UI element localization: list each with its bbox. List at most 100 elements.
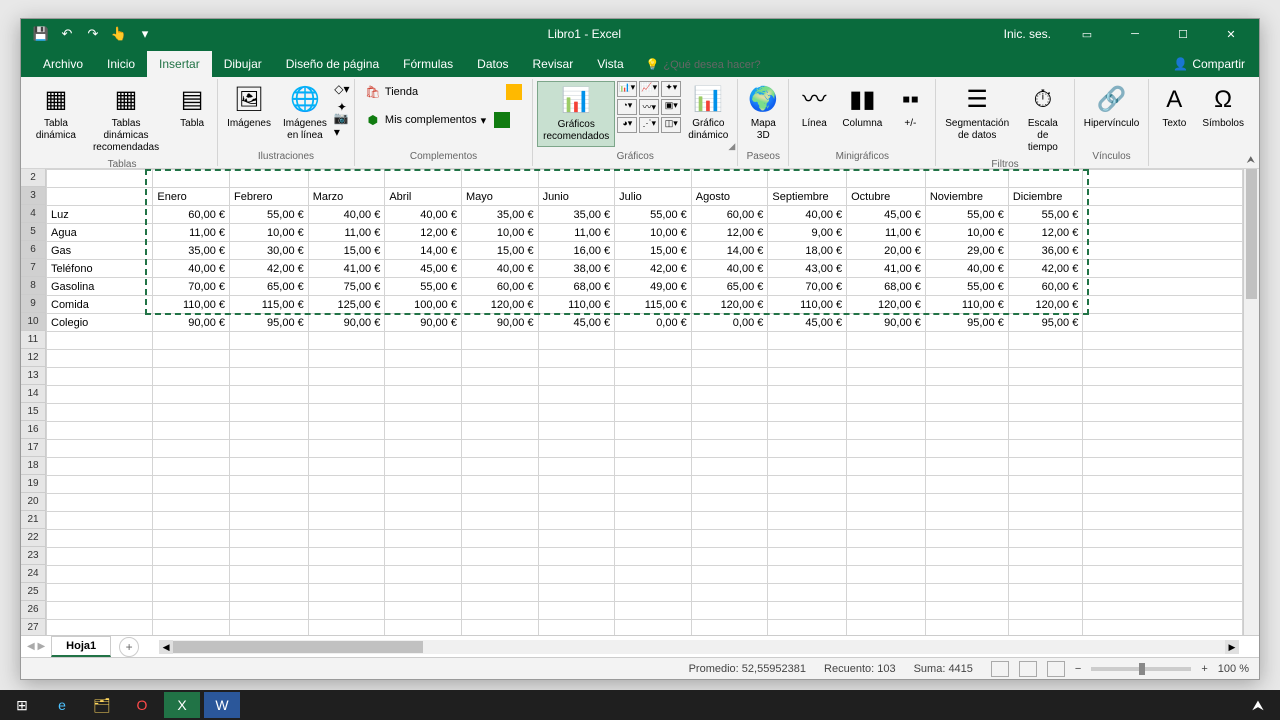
month-header[interactable]: Mayo (461, 188, 538, 206)
data-cell[interactable]: 11,00 € (538, 224, 615, 242)
month-header[interactable]: Septiembre (768, 188, 847, 206)
row-header-27[interactable]: 27 (21, 619, 45, 635)
screenshot-icon[interactable]: 📷▾ (334, 117, 350, 133)
share-button[interactable]: 👤 Compartir (1159, 51, 1259, 77)
row-header-26[interactable]: 26 (21, 601, 45, 619)
view-normal-button[interactable] (991, 661, 1009, 677)
data-cell[interactable]: 95,00 € (230, 314, 309, 332)
view-page-layout-button[interactable] (1019, 661, 1037, 677)
row-header-4[interactable]: 4 (21, 205, 45, 223)
data-cell[interactable]: 10,00 € (925, 224, 1008, 242)
opera-icon[interactable]: O (124, 692, 160, 718)
data-cell[interactable]: 10,00 € (461, 224, 538, 242)
data-cell[interactable]: 12,00 € (385, 224, 462, 242)
online-images-button[interactable]: 🌐Imágenes en línea (278, 81, 332, 145)
data-cell[interactable]: 36,00 € (1008, 242, 1082, 260)
row-header-10[interactable]: 10 (21, 313, 45, 331)
data-cell[interactable]: 70,00 € (768, 278, 847, 296)
data-cell[interactable]: 38,00 € (538, 260, 615, 278)
row-header-18[interactable]: 18 (21, 457, 45, 475)
row-label[interactable]: Luz (47, 206, 153, 224)
data-cell[interactable]: 55,00 € (1008, 206, 1082, 224)
month-header[interactable]: Noviembre (925, 188, 1008, 206)
data-cell[interactable]: 15,00 € (615, 242, 692, 260)
data-cell[interactable]: 70,00 € (153, 278, 230, 296)
tab-page-layout[interactable]: Diseño de página (274, 51, 391, 77)
data-cell[interactable]: 45,00 € (847, 206, 926, 224)
minimize-button[interactable]: ─ (1115, 19, 1155, 49)
pivot-chart-button[interactable]: 📊Gráfico dinámico (683, 81, 733, 145)
data-cell[interactable]: 68,00 € (847, 278, 926, 296)
data-cell[interactable]: 40,00 € (768, 206, 847, 224)
data-cell[interactable]: 40,00 € (691, 260, 768, 278)
scatter-chart-icon[interactable]: ⋰▾ (639, 117, 659, 133)
signin-button[interactable]: Inic. ses. (1004, 27, 1051, 41)
row-header-11[interactable]: 11 (21, 331, 45, 349)
file-explorer-icon[interactable]: 🗂 (84, 692, 120, 718)
data-cell[interactable]: 110,00 € (925, 296, 1008, 314)
row-header-2[interactable]: 2 (21, 169, 45, 187)
month-header[interactable]: Diciembre (1008, 188, 1082, 206)
row-header-23[interactable]: 23 (21, 547, 45, 565)
word-taskbar-icon[interactable]: W (204, 692, 240, 718)
new-sheet-button[interactable]: + (119, 637, 139, 657)
pie-chart-icon[interactable]: ◕▾ (617, 117, 637, 133)
pivot-table-button[interactable]: ▦Tabla dinámica (31, 81, 81, 145)
data-cell[interactable]: 120,00 € (847, 296, 926, 314)
data-cell[interactable]: 120,00 € (691, 296, 768, 314)
data-cell[interactable]: 90,00 € (847, 314, 926, 332)
zoom-in-button[interactable]: + (1201, 663, 1207, 675)
bing-icon[interactable] (506, 84, 522, 100)
zoom-out-button[interactable]: − (1075, 663, 1081, 675)
stock-chart-icon[interactable]: ✦▾ (661, 81, 681, 97)
row-header-8[interactable]: 8 (21, 277, 45, 295)
row-label[interactable]: Comida (47, 296, 153, 314)
symbols-button[interactable]: ΩSímbolos (1197, 81, 1249, 133)
data-cell[interactable]: 35,00 € (461, 206, 538, 224)
charts-dialog-launcher[interactable]: ◢ (728, 141, 735, 152)
row-header-20[interactable]: 20 (21, 493, 45, 511)
data-cell[interactable]: 15,00 € (308, 242, 385, 260)
row-header-12[interactable]: 12 (21, 349, 45, 367)
data-cell[interactable]: 40,00 € (308, 206, 385, 224)
vertical-scrollbar[interactable] (1243, 169, 1259, 635)
data-cell[interactable]: 120,00 € (1008, 296, 1082, 314)
recommended-pivot-button[interactable]: ▦Tablas dinámicas recomendadas (83, 81, 169, 157)
hscroll-right[interactable]: ▶ (1225, 640, 1239, 654)
data-cell[interactable]: 42,00 € (1008, 260, 1082, 278)
data-cell[interactable]: 40,00 € (461, 260, 538, 278)
data-cell[interactable]: 42,00 € (230, 260, 309, 278)
row-label[interactable]: Gas (47, 242, 153, 260)
row-label[interactable]: Gasolina (47, 278, 153, 296)
my-addins-button[interactable]: ⬢Mis complementos ▾ (359, 109, 528, 131)
data-cell[interactable]: 115,00 € (615, 296, 692, 314)
excel-taskbar-icon[interactable]: X (164, 692, 200, 718)
data-cell[interactable]: 42,00 € (615, 260, 692, 278)
qat-dropdown-icon[interactable]: ▾ (137, 26, 153, 42)
data-cell[interactable]: 110,00 € (153, 296, 230, 314)
data-cell[interactable]: 60,00 € (691, 206, 768, 224)
row-header-15[interactable]: 15 (21, 403, 45, 421)
data-cell[interactable]: 14,00 € (385, 242, 462, 260)
hyperlink-button[interactable]: 🔗Hipervínculo (1079, 81, 1145, 133)
month-header[interactable]: Enero (153, 188, 230, 206)
data-cell[interactable]: 55,00 € (925, 278, 1008, 296)
table-button[interactable]: ▤Tabla (171, 81, 213, 133)
data-cell[interactable]: 110,00 € (768, 296, 847, 314)
data-cell[interactable]: 49,00 € (615, 278, 692, 296)
data-cell[interactable]: 45,00 € (538, 314, 615, 332)
hierarchy-chart-icon[interactable]: ◔▾ (617, 99, 637, 115)
row-label[interactable]: Colegio (47, 314, 153, 332)
vscroll-thumb[interactable] (1246, 169, 1257, 299)
row-label[interactable]: Agua (47, 224, 153, 242)
save-icon[interactable]: 💾 (33, 26, 49, 42)
data-cell[interactable]: 100,00 € (385, 296, 462, 314)
month-header[interactable]: Marzo (308, 188, 385, 206)
text-button[interactable]: ATexto (1153, 81, 1195, 133)
data-cell[interactable]: 55,00 € (925, 206, 1008, 224)
row-header-5[interactable]: 5 (21, 223, 45, 241)
row-header-24[interactable]: 24 (21, 565, 45, 583)
sparkline-line-button[interactable]: 〰Línea (793, 81, 835, 133)
row-header-3[interactable]: 3 (21, 187, 45, 205)
row-header-25[interactable]: 25 (21, 583, 45, 601)
